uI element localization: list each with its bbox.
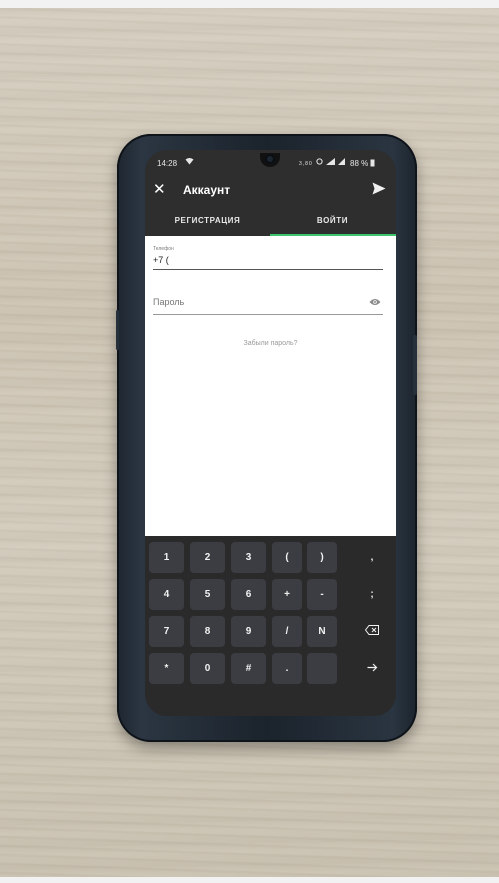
key-0[interactable]: 0 xyxy=(190,653,225,684)
key-6[interactable]: 6 xyxy=(231,579,266,610)
arrow-right-icon xyxy=(367,663,377,672)
forgot-password-link[interactable]: Забыли пароль? xyxy=(145,340,396,347)
phone-screen: 14:28 3,80 88 % ✕ Аккаунт РЕГИСТРАЦИЯ ВО… xyxy=(145,150,396,716)
backspace-key[interactable] xyxy=(357,616,387,647)
phone-input[interactable]: +7 ( xyxy=(153,255,383,267)
eye-icon[interactable] xyxy=(369,293,381,311)
next-key[interactable] xyxy=(357,653,387,684)
key-2[interactable]: 2 xyxy=(190,542,225,573)
phone-label: Телефон xyxy=(153,246,174,252)
key-slash[interactable]: / xyxy=(272,616,302,647)
key-5[interactable]: 5 xyxy=(190,579,225,610)
battery-status: 88 % xyxy=(350,159,375,168)
password-field[interactable] xyxy=(153,292,383,315)
backspace-icon xyxy=(364,625,379,635)
key-plus[interactable]: + xyxy=(272,579,302,610)
signal-icon-2 xyxy=(338,158,346,165)
close-icon[interactable]: ✕ xyxy=(153,180,166,198)
tab-registration[interactable]: РЕГИСТРАЦИЯ xyxy=(145,206,270,236)
key-period[interactable]: . xyxy=(272,653,302,684)
status-bar: 14:28 3,80 88 % xyxy=(145,150,396,174)
password-underline xyxy=(153,314,383,315)
send-icon[interactable] xyxy=(372,182,386,200)
numeric-keyboard: 1 2 3 ( ) , 4 5 6 + - ; 7 8 9 / N * 0 # … xyxy=(145,536,396,716)
battery-level: 88 % xyxy=(350,159,369,168)
status-time: 14:28 xyxy=(157,159,178,168)
key-1[interactable]: 1 xyxy=(149,542,184,573)
key-7[interactable]: 7 xyxy=(149,616,184,647)
signal-icon xyxy=(326,158,336,165)
auth-tabs: РЕГИСТРАЦИЯ ВОЙТИ xyxy=(145,206,396,236)
key-comma[interactable]: , xyxy=(357,542,387,573)
key-8[interactable]: 8 xyxy=(190,616,225,647)
phone-side-button-left xyxy=(116,310,119,350)
alarm-icon xyxy=(316,158,323,165)
key-3[interactable]: 3 xyxy=(231,542,266,573)
key-9[interactable]: 9 xyxy=(231,616,266,647)
key-minus[interactable]: - xyxy=(307,579,337,610)
key-space[interactable] xyxy=(307,653,337,684)
image-bottom-border xyxy=(0,877,499,883)
front-camera xyxy=(265,154,275,164)
tab-login[interactable]: ВОЙТИ xyxy=(270,206,395,236)
key-open-paren[interactable]: ( xyxy=(272,542,302,573)
key-hash[interactable]: # xyxy=(231,653,266,684)
app-toolbar: ✕ Аккаунт xyxy=(145,174,396,206)
key-4[interactable]: 4 xyxy=(149,579,184,610)
password-input[interactable] xyxy=(153,297,353,307)
key-close-paren[interactable]: ) xyxy=(307,542,337,573)
key-asterisk[interactable]: * xyxy=(149,653,184,684)
page-title: Аккаунт xyxy=(183,183,231,197)
phone-field[interactable]: Телефон +7 ( xyxy=(153,246,383,270)
login-form: Телефон +7 ( Забыли пароль? xyxy=(145,236,396,536)
key-semicolon[interactable]: ; xyxy=(357,579,387,610)
phone-side-button-right xyxy=(413,335,417,395)
battery-icon xyxy=(370,159,375,167)
wifi-icon xyxy=(185,157,194,167)
image-top-border xyxy=(0,0,499,8)
network-speed-label: 3,80 xyxy=(299,161,313,167)
phone-underline xyxy=(153,269,383,270)
key-n[interactable]: N xyxy=(307,616,337,647)
status-icons: 3,80 xyxy=(299,158,346,167)
